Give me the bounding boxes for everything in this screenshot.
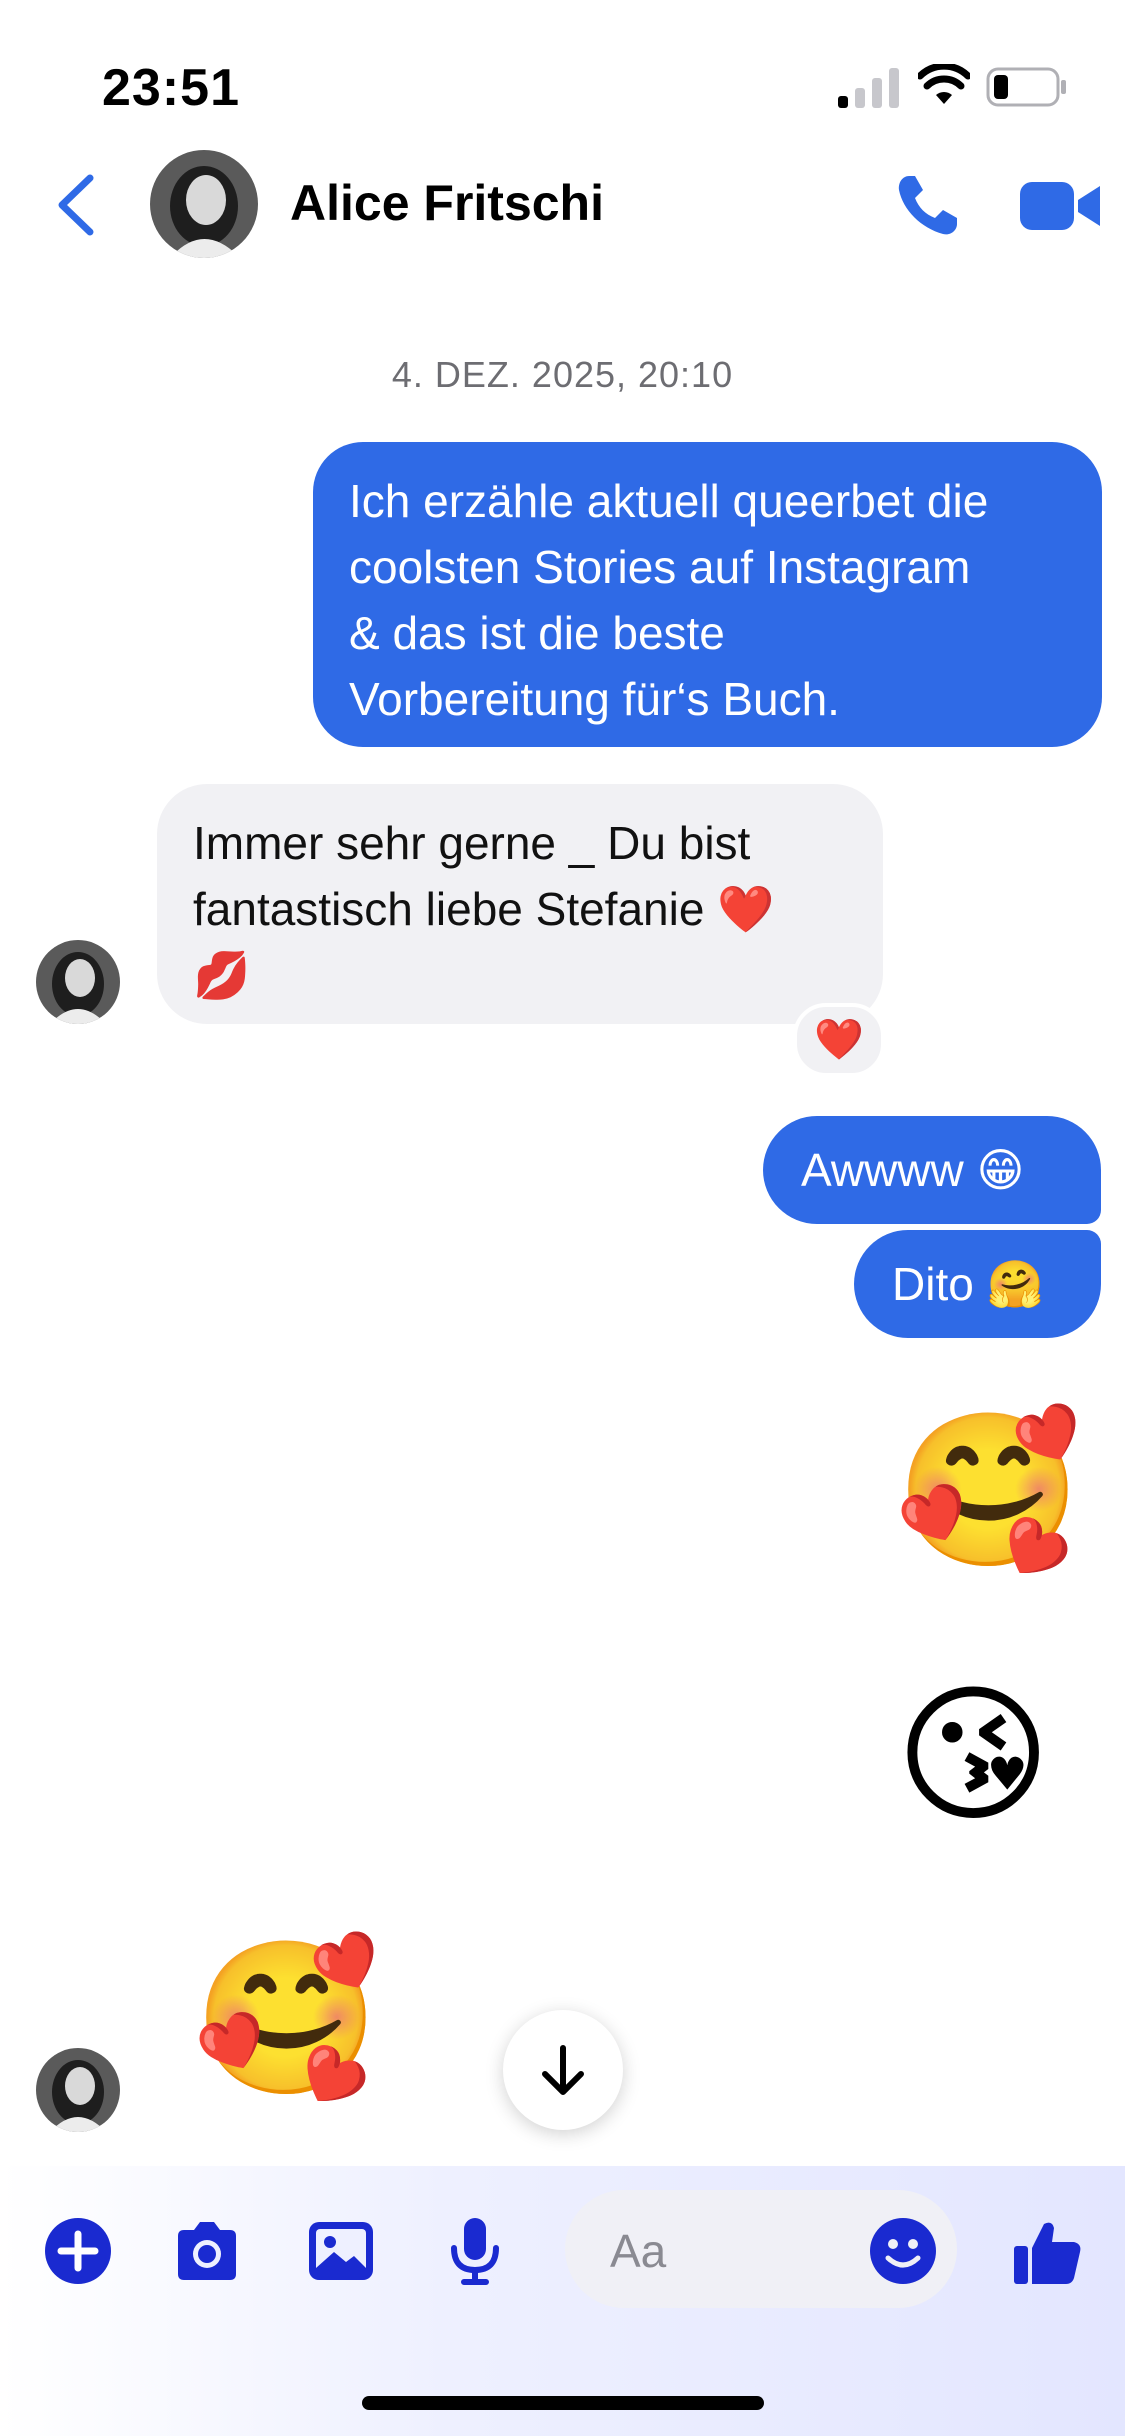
message-line: Immer sehr gerne _ Du bist: [193, 817, 751, 869]
battery-icon: [986, 67, 1066, 107]
message-line: Vorbereitung für‘s Buch.: [349, 673, 840, 725]
plus-circle-icon[interactable]: [43, 2216, 113, 2286]
outgoing-message-bubble[interactable]: Awwww 😁: [763, 1116, 1101, 1224]
message-line: coolsten Stories auf Instagram: [349, 541, 971, 593]
contact-name[interactable]: Alice Fritschi: [290, 174, 604, 232]
message-input-placeholder: Aa: [610, 2225, 667, 2277]
contact-avatar[interactable]: [150, 150, 258, 258]
emoji-icon[interactable]: [868, 2216, 938, 2286]
message-line: 💋: [193, 949, 251, 1001]
sender-avatar[interactable]: [36, 2048, 120, 2132]
emoji-message[interactable]: 🥰: [895, 1410, 1082, 1570]
home-indicator: [362, 2396, 764, 2410]
message-line: & das ist die beste: [349, 607, 725, 659]
thumbs-up-icon[interactable]: [1012, 2216, 1084, 2288]
phone-icon[interactable]: [893, 170, 963, 240]
message-line: Ich erzähle aktuell queerbet die: [349, 475, 989, 527]
microphone-icon[interactable]: [440, 2216, 510, 2286]
outgoing-message-bubble[interactable]: Dito 🤗: [854, 1230, 1101, 1338]
back-chevron-icon[interactable]: [52, 170, 102, 240]
scroll-to-bottom-button[interactable]: [503, 2010, 623, 2130]
emoji-message[interactable]: 😘: [895, 1675, 1051, 1835]
wifi-icon: [918, 64, 970, 104]
emoji-message[interactable]: 🥰: [193, 1938, 380, 2098]
conversation-timestamp: 4. DEZ. 2025, 20:10: [391, 354, 734, 395]
sender-avatar[interactable]: [36, 940, 120, 1024]
status-time: 23:51: [102, 59, 240, 117]
outgoing-message-bubble[interactable]: Ich erzähle aktuell queerbet die coolste…: [313, 442, 1102, 747]
photo-icon[interactable]: [306, 2216, 376, 2286]
heart-reaction-badge[interactable]: ❤️: [793, 1003, 885, 1077]
video-camera-icon[interactable]: [1020, 178, 1102, 234]
arrow-down-icon: [542, 2045, 584, 2095]
camera-icon[interactable]: [172, 2216, 242, 2286]
cellular-signal-icon: [838, 68, 899, 108]
message-line: fantastisch liebe Stefanie ❤️: [193, 883, 775, 935]
incoming-message-bubble[interactable]: Immer sehr gerne _ Du bist fantastisch l…: [157, 784, 883, 1024]
